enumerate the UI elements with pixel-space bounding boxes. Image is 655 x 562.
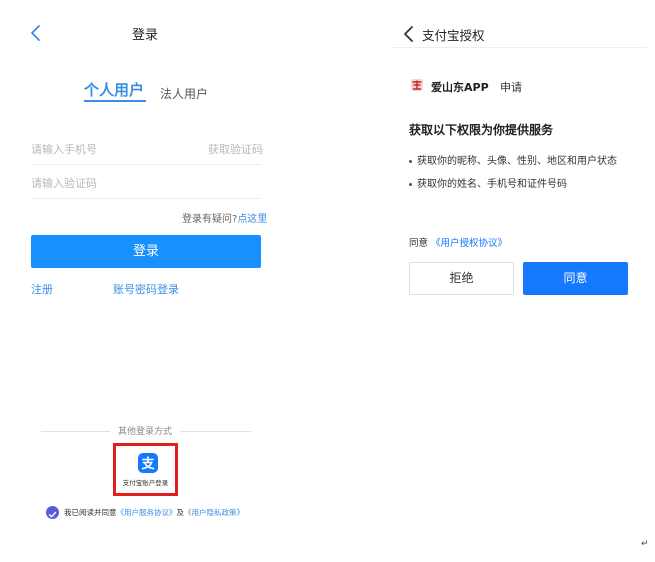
- page-title: 支付宝授权: [422, 28, 485, 43]
- auth-agree-prefix: 同意: [409, 238, 429, 249]
- agreement-prefix: 我已阅读并同意: [64, 508, 117, 517]
- login-screen: 登录 个人用户 法人用户 请输入手机号 获取验证码 请输入验证码 登录有疑问?点…: [0, 0, 290, 562]
- register-link[interactable]: 注册: [31, 281, 53, 297]
- phone-input[interactable]: 请输入手机号: [31, 141, 97, 157]
- page-title: 登录: [131, 28, 158, 43]
- checked-circle-icon[interactable]: [46, 506, 59, 519]
- code-field-divider: [31, 198, 261, 199]
- login-help: 登录有疑问?点这里: [182, 210, 267, 225]
- permission-item: 获取你的昵称、头像、性别、地区和用户状态: [409, 152, 617, 167]
- alipay-login-label: 支付宝账户登录: [122, 479, 169, 487]
- phone-field-divider: [31, 164, 261, 165]
- active-tab-indicator: [84, 100, 146, 102]
- app-name: 爱山东APP: [431, 81, 489, 94]
- permission-text: 获取你的姓名、手机号和证件号码: [417, 179, 567, 190]
- header-divider: [392, 47, 647, 48]
- back-chevron-icon[interactable]: [401, 24, 417, 44]
- permission-item: 获取你的姓名、手机号和证件号码: [409, 175, 567, 190]
- alipay-logo-glyph: 支: [140, 456, 155, 472]
- agreement-and: 及: [176, 508, 185, 517]
- alipay-logo-icon: 支: [138, 453, 158, 473]
- alipay-login-button[interactable]: 支 支付宝账户登录: [113, 443, 178, 496]
- tab-legal-user[interactable]: 法人用户: [160, 85, 208, 102]
- tab-personal-user[interactable]: 个人用户: [84, 79, 144, 100]
- permission-text: 获取你的昵称、头像、性别、地区和用户状态: [417, 156, 617, 167]
- other-methods-label: 其他登录方式: [110, 424, 180, 437]
- auth-agreement: 同意 《用户授权协议》: [409, 235, 507, 249]
- paragraph-mark: ↵: [641, 539, 649, 549]
- permissions-heading: 获取以下权限为你提供服务: [409, 123, 554, 137]
- app-logo-icon: [411, 79, 423, 91]
- privacy-policy-link[interactable]: 《用户隐私政策》: [184, 508, 244, 517]
- apply-text: 申请: [500, 81, 522, 94]
- bullet-icon: [409, 182, 412, 186]
- reject-button[interactable]: 拒绝: [409, 262, 514, 295]
- agreement-text: 我已阅读并同意《用户服务协议》及《用户隐私政策》: [64, 507, 244, 518]
- login-button[interactable]: 登录: [31, 235, 261, 268]
- login-help-link[interactable]: 点这里: [237, 214, 267, 225]
- login-help-question: 登录有疑问?: [182, 214, 238, 225]
- password-login-link[interactable]: 账号密码登录: [113, 281, 179, 297]
- code-input[interactable]: 请输入验证码: [31, 175, 97, 191]
- consent-button[interactable]: 同意: [523, 262, 628, 295]
- service-agreement-link[interactable]: 《用户服务协议》: [117, 508, 177, 517]
- alipay-auth-screen: 支付宝授权 爱山东APP 申请 获取以下权限为你提供服务 获取你的昵称、头像、性…: [392, 0, 647, 562]
- get-code-button[interactable]: 获取验证码: [208, 141, 263, 157]
- bullet-icon: [409, 159, 412, 163]
- auth-agreement-link[interactable]: 《用户授权协议》: [431, 238, 507, 249]
